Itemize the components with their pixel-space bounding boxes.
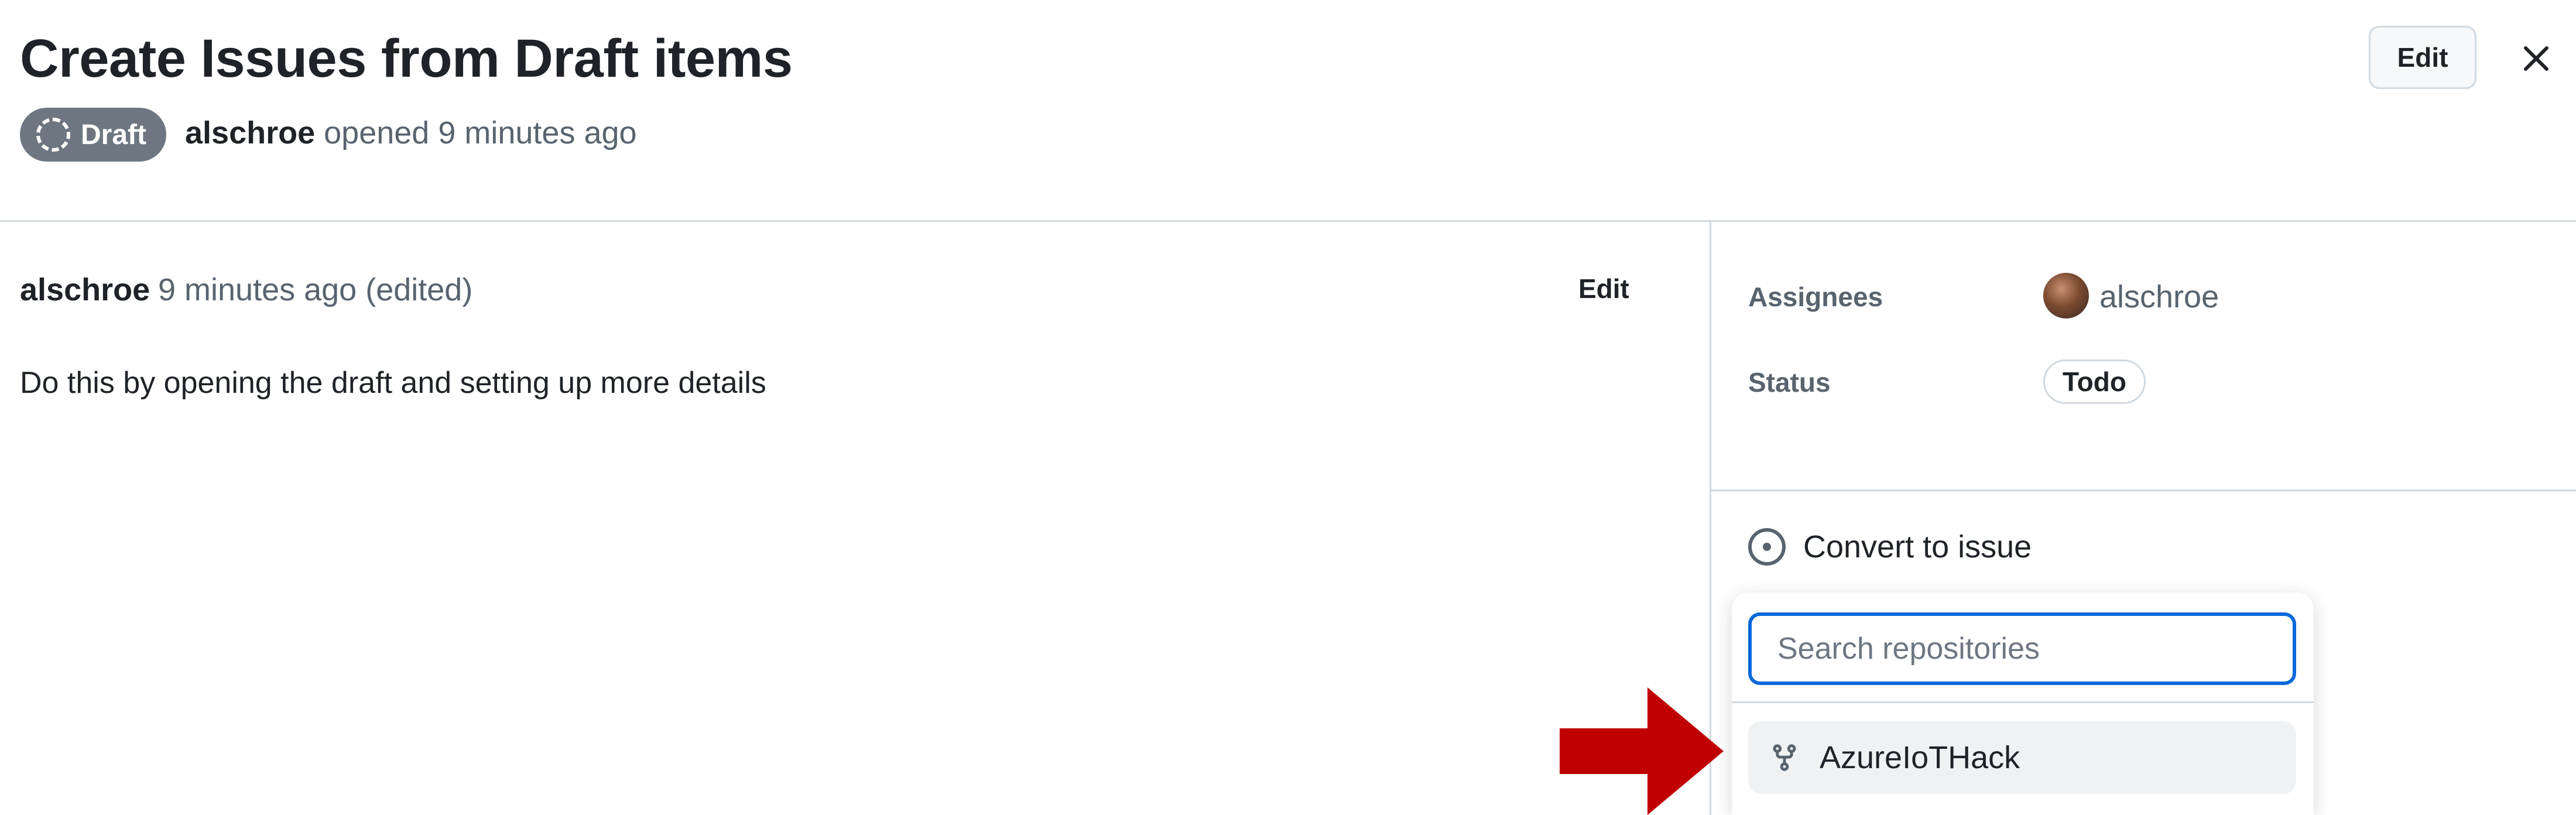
repository-name: AzureIoTHack (1820, 740, 2020, 775)
convert-label: Convert to issue (1803, 529, 2032, 564)
draft-badge-label: Draft (81, 119, 147, 150)
pointer-arrow-icon (1560, 687, 1724, 815)
edit-comment-button[interactable]: Edit (1578, 273, 1629, 304)
issue-open-icon (1748, 528, 1786, 566)
header-author[interactable]: alschroe (185, 115, 315, 150)
repository-picker: AzureIoTHack (1732, 593, 2314, 815)
repo-forked-icon (1773, 744, 1796, 771)
search-repositories-input[interactable] (1748, 612, 2296, 685)
edit-title-button[interactable]: Edit (2369, 26, 2476, 89)
status-value-pill[interactable]: Todo (2043, 359, 2146, 404)
repository-item-azureiothack[interactable]: AzureIoTHack (1748, 721, 2296, 794)
dropdown-divider (1732, 701, 2314, 703)
comment-timestamp[interactable]: 9 minutes ago (edited) (158, 272, 472, 308)
opened-text: opened 9 minutes ago (324, 115, 637, 150)
page-title: Create Issues from Draft items (20, 29, 793, 88)
comment-body: Do this by opening the draft and setting… (20, 366, 766, 400)
draft-icon (36, 118, 70, 152)
assignee-name[interactable]: alschroe (2099, 279, 2219, 315)
assignees-label: Assignees (1748, 282, 1883, 312)
draft-status-badge: Draft (20, 108, 167, 162)
comment-author[interactable]: alschroe (20, 272, 150, 308)
close-icon (2524, 46, 2548, 71)
close-button[interactable] (2513, 35, 2560, 82)
opened-meta: alschroe opened 9 minutes ago (185, 115, 637, 151)
convert-to-issue-button[interactable]: Convert to issue (1748, 528, 2032, 566)
avatar[interactable] (2043, 273, 2089, 319)
sidebar-section-divider (1710, 489, 2576, 491)
header-divider (0, 220, 2576, 222)
status-label: Status (1748, 367, 1831, 398)
